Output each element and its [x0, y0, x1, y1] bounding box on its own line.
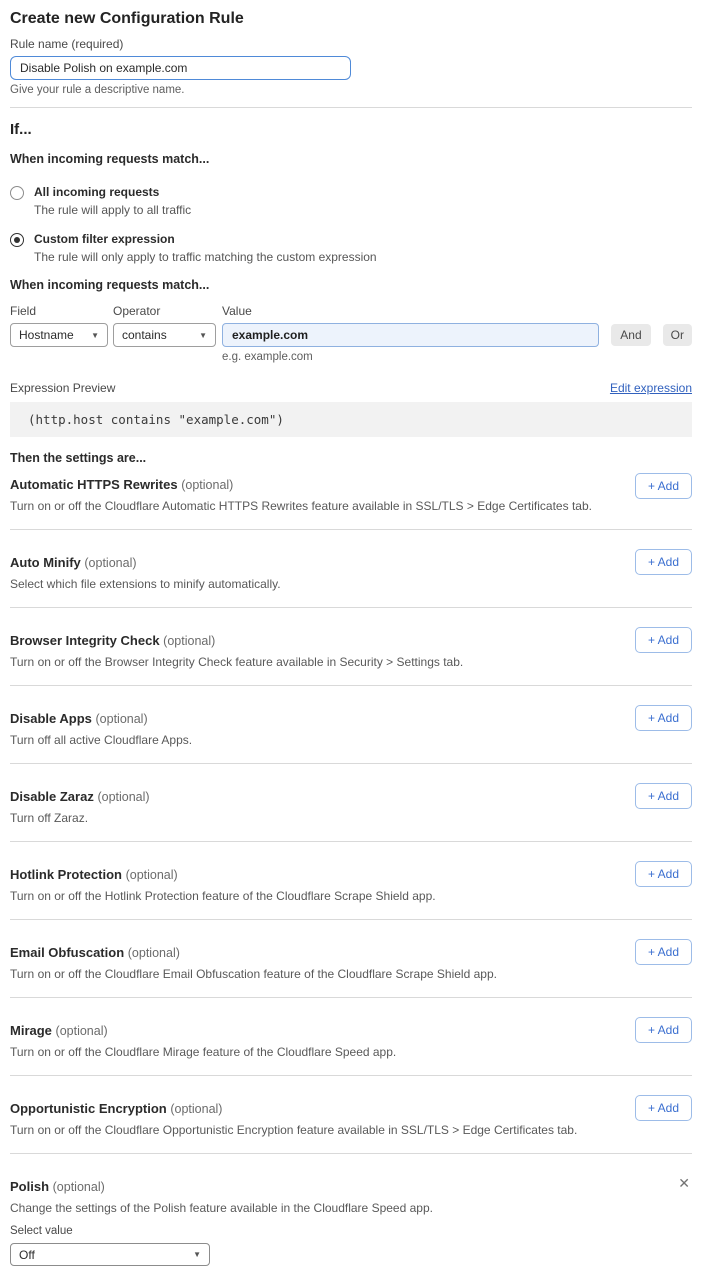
- setting-name: Disable Zaraz: [10, 789, 94, 804]
- page-title: Create new Configuration Rule: [10, 10, 692, 28]
- operator-select[interactable]: contains: [113, 323, 216, 347]
- chevron-down-icon: [91, 331, 99, 340]
- setting-description: Turn on or off the Hotlink Protection fe…: [10, 889, 610, 903]
- setting-optional-tag: (optional): [128, 946, 180, 960]
- setting-row-mirage: Mirage (optional) Turn on or off the Clo…: [10, 998, 692, 1076]
- incoming-requests-match-label: When incoming requests match...: [10, 152, 692, 166]
- setting-row-opportunistic-encryption: Opportunistic Encryption (optional) Turn…: [10, 1076, 692, 1154]
- add-mirage-button[interactable]: + Add: [635, 1017, 692, 1043]
- setting-description: Turn off Zaraz.: [10, 811, 610, 825]
- create-configuration-rule-page: Create new Configuration Rule Rule name …: [0, 0, 705, 1270]
- close-icon[interactable]: [678, 1176, 690, 1190]
- setting-row-automatic-https-rewrites: Automatic HTTPS Rewrites (optional) Turn…: [10, 465, 692, 530]
- section-divider: [10, 107, 692, 108]
- setting-description: Turn off all active Cloudflare Apps.: [10, 733, 610, 747]
- setting-description: Turn on or off the Cloudflare Automatic …: [10, 499, 610, 513]
- setting-optional-tag: (optional): [84, 556, 136, 570]
- add-disable-apps-button[interactable]: + Add: [635, 705, 692, 731]
- setting-description: Turn on or off the Browser Integrity Che…: [10, 655, 610, 669]
- if-heading: If...: [10, 121, 692, 138]
- select-value-label: Select value: [10, 1225, 692, 1237]
- chevron-down-icon: [193, 1250, 201, 1259]
- rule-name-helper: Give your rule a descriptive name.: [10, 84, 692, 96]
- value-label: Value: [222, 304, 599, 318]
- then-settings-heading: Then the settings are...: [10, 451, 692, 465]
- setting-name: Email Obfuscation: [10, 945, 124, 960]
- radio-option-description: The rule will only apply to traffic matc…: [34, 250, 377, 264]
- radio-option-description: The rule will apply to all traffic: [34, 203, 191, 217]
- setting-row-hotlink-protection: Hotlink Protection (optional) Turn on or…: [10, 842, 692, 920]
- add-hotlink-protection-button[interactable]: + Add: [635, 861, 692, 887]
- radio-option-label: All incoming requests: [34, 185, 191, 199]
- setting-name: Polish: [10, 1179, 49, 1194]
- expression-builder-row: Field Hostname Operator contains Value e…: [10, 304, 692, 363]
- field-select-value: Hostname: [19, 328, 74, 342]
- setting-name: Opportunistic Encryption: [10, 1101, 167, 1116]
- edit-expression-link[interactable]: Edit expression: [610, 381, 692, 395]
- setting-description: Change the settings of the Polish featur…: [10, 1201, 610, 1215]
- value-helper: e.g. example.com: [222, 351, 599, 363]
- setting-row-auto-minify: Auto Minify (optional) Select which file…: [10, 530, 692, 608]
- add-email-obfuscation-button[interactable]: + Add: [635, 939, 692, 965]
- setting-row-disable-apps: Disable Apps (optional) Turn off all act…: [10, 686, 692, 764]
- expression-preview-label: Expression Preview: [10, 381, 115, 395]
- setting-row-disable-zaraz: Disable Zaraz (optional) Turn off Zaraz.…: [10, 764, 692, 842]
- rule-name-label: Rule name (required): [10, 37, 692, 51]
- setting-optional-tag: (optional): [170, 1102, 222, 1116]
- polish-value-select[interactable]: Off: [10, 1243, 210, 1266]
- setting-row-browser-integrity-check: Browser Integrity Check (optional) Turn …: [10, 608, 692, 686]
- setting-name: Hotlink Protection: [10, 867, 122, 882]
- radio-selected-icon[interactable]: [10, 233, 24, 247]
- radio-option-all-incoming-requests[interactable]: All incoming requests The rule will appl…: [10, 185, 692, 217]
- add-browser-integrity-check-button[interactable]: + Add: [635, 627, 692, 653]
- add-disable-zaraz-button[interactable]: + Add: [635, 783, 692, 809]
- or-button[interactable]: Or: [663, 324, 692, 346]
- setting-description: Select which file extensions to minify a…: [10, 577, 610, 591]
- field-label: Field: [10, 304, 108, 318]
- setting-row-email-obfuscation: Email Obfuscation (optional) Turn on or …: [10, 920, 692, 998]
- and-button[interactable]: And: [611, 324, 650, 346]
- setting-name: Mirage: [10, 1023, 52, 1038]
- radio-option-label: Custom filter expression: [34, 232, 377, 246]
- operator-label: Operator: [113, 304, 216, 318]
- setting-optional-tag: (optional): [56, 1024, 108, 1038]
- add-opportunistic-encryption-button[interactable]: + Add: [635, 1095, 692, 1121]
- setting-optional-tag: (optional): [163, 634, 215, 648]
- setting-optional-tag: (optional): [181, 478, 233, 492]
- setting-name: Disable Apps: [10, 711, 92, 726]
- setting-description: Turn on or off the Cloudflare Email Obfu…: [10, 967, 610, 981]
- polish-select-value: Off: [19, 1248, 35, 1262]
- setting-optional-tag: (optional): [53, 1180, 105, 1194]
- setting-description: Turn on or off the Cloudflare Opportunis…: [10, 1123, 610, 1137]
- radio-option-custom-filter-expression[interactable]: Custom filter expression The rule will o…: [10, 232, 692, 264]
- setting-optional-tag: (optional): [126, 868, 178, 882]
- setting-name: Automatic HTTPS Rewrites: [10, 477, 178, 492]
- setting-description: Turn on or off the Cloudflare Mirage fea…: [10, 1045, 610, 1059]
- setting-row-polish: Polish (optional) Change the settings of…: [10, 1154, 692, 1266]
- expression-preview-code: (http.host contains "example.com"): [10, 402, 692, 437]
- chevron-down-icon: [199, 331, 207, 340]
- add-automatic-https-rewrites-button[interactable]: + Add: [635, 473, 692, 499]
- setting-name: Auto Minify: [10, 555, 81, 570]
- operator-select-value: contains: [122, 328, 167, 342]
- setting-optional-tag: (optional): [97, 790, 149, 804]
- add-auto-minify-button[interactable]: + Add: [635, 549, 692, 575]
- field-select[interactable]: Hostname: [10, 323, 108, 347]
- rule-name-input[interactable]: [10, 56, 351, 80]
- expression-builder-match-label: When incoming requests match...: [10, 278, 692, 292]
- setting-optional-tag: (optional): [96, 712, 148, 726]
- setting-name: Browser Integrity Check: [10, 633, 160, 648]
- radio-unselected-icon[interactable]: [10, 186, 24, 200]
- value-input[interactable]: [222, 323, 599, 347]
